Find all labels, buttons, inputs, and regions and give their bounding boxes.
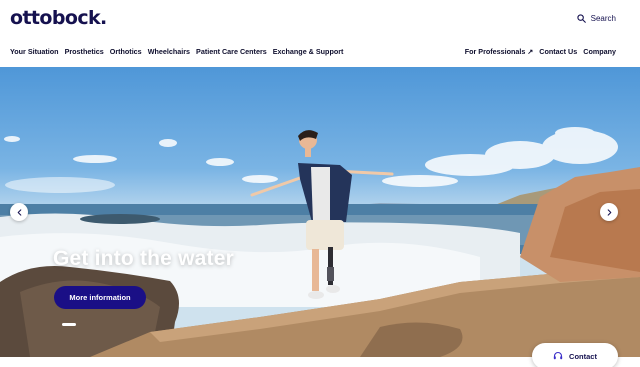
nav-wheelchairs[interactable]: Wheelchairs xyxy=(148,47,190,56)
hero-carousel: Get into the water More information xyxy=(0,67,640,357)
nav-patient-care-centers[interactable]: Patient Care Centers xyxy=(196,47,267,56)
carousel-dot[interactable] xyxy=(62,323,76,326)
nav-company[interactable]: Company xyxy=(583,47,616,56)
external-link-icon: ↗ xyxy=(527,49,534,56)
search-button[interactable]: Search xyxy=(577,14,616,23)
nav-your-situation[interactable]: Your Situation xyxy=(10,47,59,56)
main-navigation: Your Situation Prosthetics Orthotics Whe… xyxy=(10,47,343,56)
headset-icon xyxy=(553,351,563,360)
contact-button[interactable]: Contact xyxy=(532,343,618,367)
secondary-navigation: For Professionals ↗ Contact Us Company xyxy=(465,47,616,56)
hero-title: Get into the water xyxy=(53,247,234,270)
contact-button-label: Contact xyxy=(569,351,597,361)
hero-image xyxy=(0,127,640,357)
chevron-right-icon xyxy=(607,208,611,216)
chevron-left-icon xyxy=(17,208,21,216)
carousel-next-button[interactable] xyxy=(600,203,618,221)
nav-exchange-support[interactable]: Exchange & Support xyxy=(273,47,344,56)
carousel-indicators xyxy=(62,323,76,326)
nav-for-professionals-label: For Professionals xyxy=(464,47,526,56)
carousel-prev-button[interactable] xyxy=(10,203,28,221)
nav-prosthetics[interactable]: Prosthetics xyxy=(65,47,104,56)
more-information-button[interactable]: More information xyxy=(54,286,146,309)
site-header: ottobock. Search Your Situation Prosthet… xyxy=(0,0,640,67)
nav-orthotics[interactable]: Orthotics xyxy=(110,47,142,56)
nav-contact-us[interactable]: Contact Us xyxy=(539,47,577,56)
search-label: Search xyxy=(590,14,616,23)
nav-for-professionals[interactable]: For Professionals ↗ xyxy=(465,47,534,56)
search-icon xyxy=(577,14,586,23)
ottobock-logo[interactable]: ottobock. xyxy=(10,7,107,29)
